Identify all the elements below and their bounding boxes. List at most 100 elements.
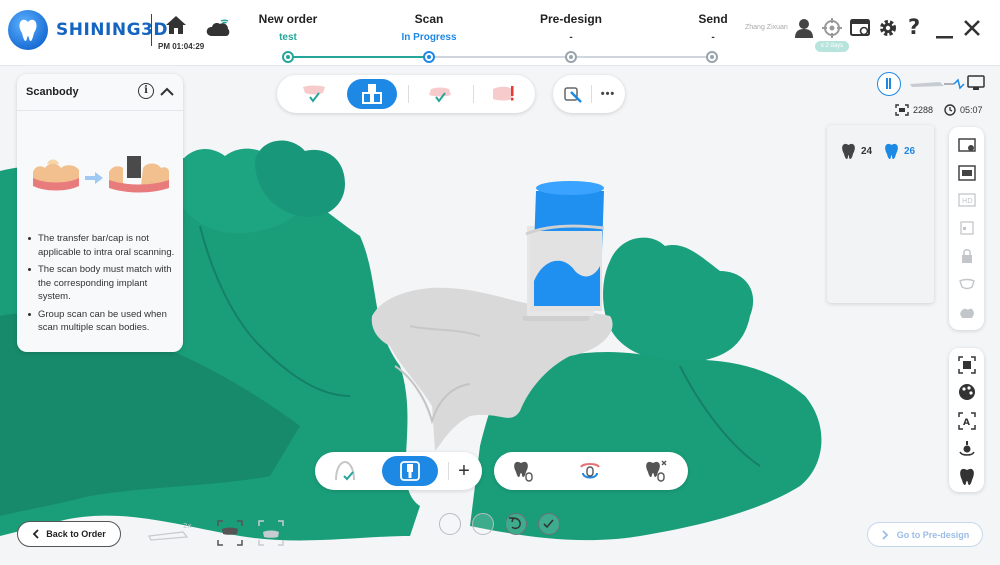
chevron-up-icon: [160, 87, 174, 96]
lower-jaw-mode-button[interactable]: [415, 79, 465, 109]
upper-scan-button[interactable]: [325, 456, 365, 486]
step-title: New order: [258, 12, 318, 26]
step-pre-design[interactable]: Pre-design -: [511, 12, 631, 43]
rotate-view-button[interactable]: [957, 439, 976, 458]
upper-jaw-view-icon: [217, 520, 243, 546]
lock-button[interactable]: [957, 246, 976, 265]
go-to-pre-design-label: Go to Pre-design: [896, 529, 970, 540]
tooth-pointer-icon: [514, 461, 533, 482]
scanbody-separator: [17, 110, 183, 111]
scan-edit-toolbar: [494, 452, 688, 490]
step-new-order[interactable]: New order test: [228, 12, 348, 43]
scan-mode-toolbar: [277, 75, 535, 113]
tooth-icon: [885, 143, 898, 159]
filter-button[interactable]: [957, 218, 976, 237]
rotate-icon: [958, 440, 975, 456]
step-dot-pre-design: [565, 51, 577, 63]
tooth-26[interactable]: 26: [884, 143, 915, 159]
go-to-pre-design-button[interactable]: Go to Pre-design: [867, 522, 983, 547]
scanner-mode-button[interactable]: [877, 72, 901, 96]
upper-jaw-mode-button[interactable]: [289, 79, 339, 109]
clock-icon: [944, 104, 956, 116]
remove-tooth-button[interactable]: [634, 456, 678, 486]
scanbody-title: Scanbody: [26, 86, 79, 98]
back-to-order-button[interactable]: Back to Order: [17, 521, 121, 547]
filter-icon: [959, 220, 974, 235]
scanbody-icon: [362, 84, 382, 104]
home-button[interactable]: [165, 14, 187, 41]
scanner-mode-icon: [886, 78, 891, 89]
home-icon: [166, 16, 186, 34]
stepper-progress: [288, 56, 429, 58]
clock-time: PM 01:04:29: [158, 42, 205, 51]
auto-fit-icon: A: [957, 411, 976, 430]
side-toolbar-top: HD: [949, 127, 984, 330]
lower-jaw-view-button[interactable]: [258, 520, 284, 551]
help-button[interactable]: ?: [908, 15, 920, 39]
help-icon: ?: [908, 15, 921, 39]
back-to-order-label: Back to Order: [46, 529, 106, 539]
play-button[interactable]: [472, 513, 494, 535]
scanbody-scan-icon: [400, 461, 420, 481]
trim-button[interactable]: [957, 274, 976, 293]
window-settings-button[interactable]: [850, 18, 870, 43]
minimize-icon: [936, 36, 953, 39]
user-button[interactable]: [795, 18, 813, 43]
lower-jaw-view-icon: [258, 520, 284, 546]
upper-jaw-view-button[interactable]: [217, 520, 243, 551]
more-button[interactable]: •••: [593, 79, 623, 109]
step-status: -: [711, 32, 715, 43]
target-button[interactable]: [822, 18, 842, 43]
select-tooth-button[interactable]: [504, 456, 544, 486]
step-dot-scan: [423, 51, 435, 63]
tooth-24[interactable]: 24: [841, 143, 872, 159]
close-button[interactable]: [964, 20, 980, 41]
undo-button[interactable]: [505, 513, 527, 535]
bite-mode-button[interactable]: [479, 79, 529, 109]
toolbar-separator: [473, 85, 474, 103]
scanbody-scan-button[interactable]: [382, 456, 438, 486]
image-view-button[interactable]: [957, 163, 976, 182]
side-toolbar-bottom: A: [949, 348, 984, 492]
add-scan-button[interactable]: +: [449, 456, 479, 486]
magic-tool-button[interactable]: [557, 79, 589, 109]
confirm-button[interactable]: [538, 513, 560, 535]
workflow-stepper: New order test Scan In Progress Pre-desi…: [240, 0, 740, 66]
app-header: SHINING3D PM 01:04:29 New order test Sca…: [0, 0, 1000, 66]
shield-button[interactable]: [439, 513, 461, 535]
check-icon: [543, 519, 554, 529]
color-palette-button[interactable]: [957, 382, 976, 401]
svg-text:HD: HD: [962, 197, 973, 205]
step-dot-new-order: [282, 51, 294, 63]
scanbody-mode-button[interactable]: [347, 79, 397, 109]
rotate-tooth-button[interactable]: [568, 456, 612, 486]
scanner-2x-button[interactable]: 2x: [147, 520, 197, 547]
view-front-button[interactable]: [957, 355, 976, 374]
model-view-button[interactable]: [957, 302, 976, 321]
model-view-icon: [959, 308, 974, 318]
info-icon[interactable]: i: [138, 83, 154, 99]
settings-button[interactable]: [878, 18, 898, 43]
color-texture-button[interactable]: [957, 135, 976, 154]
toolbar-separator: [591, 85, 592, 103]
scanbody-illustration: [33, 156, 169, 193]
list-item: The scan body must match with the corres…: [25, 263, 177, 304]
header-divider: [151, 14, 152, 46]
toolbar-separator: [408, 85, 409, 103]
arch-check-icon: [335, 460, 355, 481]
bite-warning-icon: [493, 86, 514, 101]
tooth-icon: [842, 143, 855, 159]
magic-wand-icon: [564, 87, 582, 103]
scanbody-header: Scanbody i: [17, 74, 183, 110]
palette-icon: [958, 383, 975, 400]
tooth-view-button[interactable]: [957, 467, 976, 486]
minimize-button[interactable]: [936, 27, 953, 45]
collapse-button[interactable]: [160, 84, 174, 102]
auto-fit-button[interactable]: A: [957, 411, 976, 430]
user-icon: [795, 19, 813, 38]
step-status: -: [569, 32, 573, 43]
step-scan[interactable]: Scan In Progress: [369, 12, 489, 43]
chevron-right-icon: [882, 529, 889, 540]
window-settings-icon: [850, 19, 870, 36]
hd-button[interactable]: HD: [957, 190, 976, 209]
